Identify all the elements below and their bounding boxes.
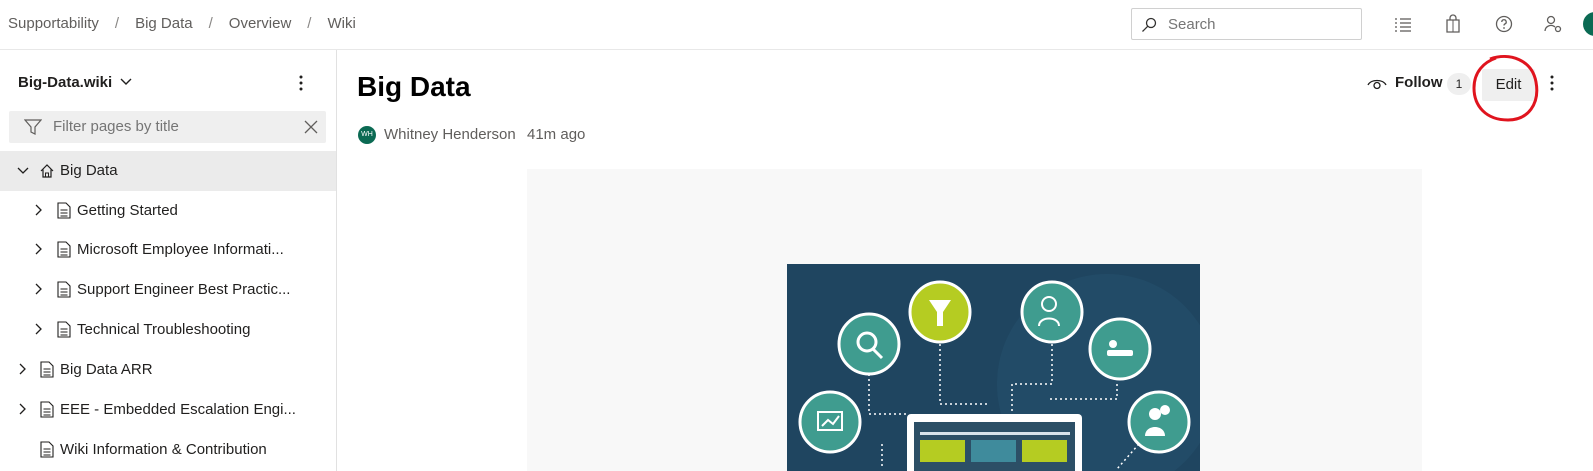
page-icon [57, 241, 71, 258]
follow-label: Follow [1395, 74, 1443, 91]
more-options-icon[interactable] [1549, 74, 1555, 92]
breadcrumb-item-wiki[interactable]: Wiki [327, 15, 355, 32]
big-data-illustration [787, 264, 1200, 471]
search-input[interactable] [1166, 15, 1355, 34]
page-icon [40, 441, 54, 458]
author-avatar[interactable]: WH [358, 126, 376, 144]
tree-item-label: Support Engineer Best Practic... [77, 281, 291, 298]
tree-item-support-engineer-best-practices[interactable]: Support Engineer Best Practic... [0, 270, 336, 310]
breadcrumb-separator: / [114, 15, 120, 32]
tree-item-label: Big Data [60, 162, 118, 179]
search-box[interactable] [1131, 8, 1362, 40]
breadcrumb-item-supportability[interactable]: Supportability [8, 15, 99, 32]
chevron-right-icon[interactable] [34, 203, 44, 217]
page-icon [57, 202, 71, 219]
page-title: Big Data [357, 71, 471, 102]
edit-button[interactable]: Edit [1482, 69, 1535, 101]
tree-item-eee-embedded-escalation[interactable]: EEE - Embedded Escalation Engi... [0, 390, 336, 430]
page-icon [40, 361, 54, 378]
tree-item-label: Technical Troubleshooting [77, 321, 251, 338]
help-icon[interactable] [1494, 14, 1514, 34]
chevron-right-icon[interactable] [34, 322, 44, 336]
marketplace-bag-icon[interactable] [1443, 14, 1463, 34]
user-avatar[interactable] [1583, 12, 1593, 36]
network-graphic [798, 274, 1200, 471]
tree-item-technical-troubleshooting[interactable]: Technical Troubleshooting [0, 310, 336, 350]
chevron-down-icon[interactable] [119, 77, 133, 87]
clear-filter-icon[interactable] [304, 120, 318, 134]
main-content: Big Data WH Whitney Henderson 41m ago Fo… [337, 50, 1593, 471]
eye-icon [1367, 79, 1387, 90]
page-icon [57, 281, 71, 298]
content-image-frame [527, 169, 1422, 471]
filter-box[interactable] [9, 111, 326, 143]
tree-item-label: Big Data ARR [60, 361, 153, 378]
breadcrumb-separator: / [208, 15, 213, 32]
breadcrumb-item-overview[interactable]: Overview [229, 15, 292, 32]
wiki-sidebar: Big-Data.wiki Big Data Getting Started M… [0, 50, 337, 471]
home-icon [40, 164, 54, 178]
chevron-right-icon[interactable] [18, 362, 28, 376]
chevron-right-icon[interactable] [18, 402, 28, 416]
tree-item-label: Wiki Information & Contribution [60, 441, 267, 458]
page-icon [40, 401, 54, 418]
wiki-name[interactable]: Big-Data.wiki [18, 74, 112, 91]
tree-item-wiki-information[interactable]: Wiki Information & Contribution [0, 430, 336, 470]
tree-item-label: Getting Started [77, 202, 178, 219]
more-options-icon[interactable] [298, 74, 304, 92]
last-updated: 41m ago [527, 126, 586, 143]
search-icon [1142, 17, 1157, 32]
page-icon [57, 321, 71, 338]
user-settings-icon[interactable] [1543, 14, 1563, 34]
chevron-right-icon[interactable] [34, 242, 44, 256]
breadcrumb: Supportability / Big Data / Overview / Wiki [8, 15, 356, 32]
filter-icon [24, 119, 42, 135]
breadcrumb-item-big-data[interactable]: Big Data [135, 15, 193, 32]
tree-item-label: EEE - Embedded Escalation Engi... [60, 401, 296, 418]
chevron-down-icon[interactable] [16, 166, 30, 176]
tree-item-big-data-arr[interactable]: Big Data ARR [0, 350, 336, 390]
chevron-right-icon[interactable] [34, 282, 44, 296]
tree-item-big-data[interactable]: Big Data [0, 151, 336, 191]
follower-count: 1 [1447, 73, 1471, 95]
breadcrumb-separator: / [307, 15, 312, 32]
filter-input[interactable] [51, 117, 295, 136]
tree-item-microsoft-employee-information[interactable]: Microsoft Employee Informati... [0, 230, 336, 270]
tree-item-label: Microsoft Employee Informati... [77, 241, 284, 258]
task-list-icon[interactable] [1393, 14, 1413, 34]
author-name[interactable]: Whitney Henderson [384, 126, 516, 143]
tree-item-getting-started[interactable]: Getting Started [0, 191, 336, 231]
top-bar: Supportability / Big Data / Overview / Wiki [0, 0, 1593, 50]
